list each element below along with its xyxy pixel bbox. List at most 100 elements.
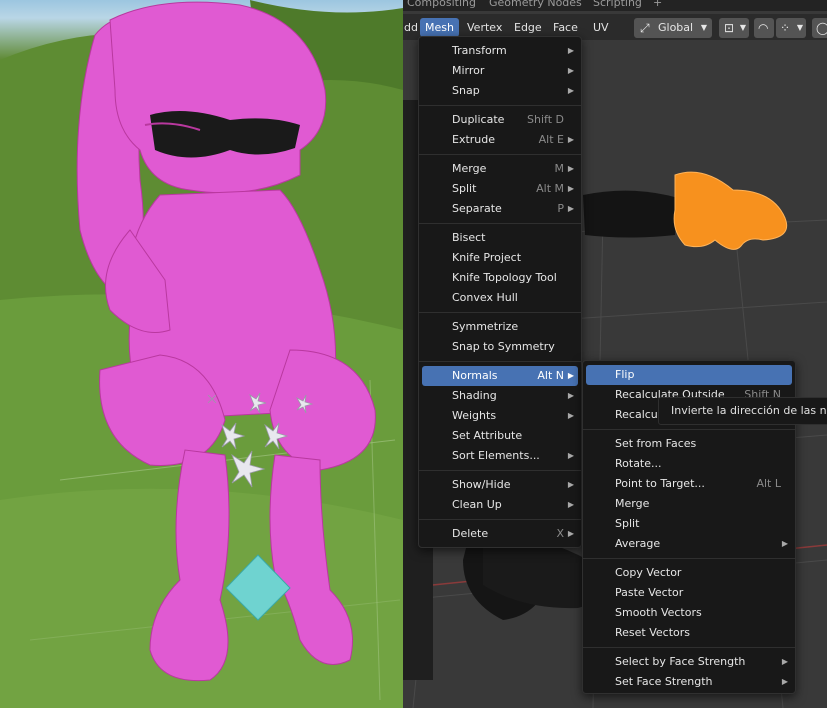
menu-item-copy-vector[interactable]: Copy Vector	[586, 563, 792, 583]
menu-item-label: Mirror	[452, 64, 485, 77]
menu-item-shortcut: X	[556, 527, 564, 540]
menu-item-label: Average	[615, 537, 661, 550]
menu-item-clean-up[interactable]: Clean Up ▶	[422, 495, 578, 515]
chevron-right-icon: ▶	[781, 657, 788, 666]
menu-item-shortcut: M	[554, 162, 565, 175]
tooltip: Invierte la dirección de las normales	[658, 397, 827, 425]
menu-item-point-to-target[interactable]: Point to Target... Alt L	[586, 474, 792, 494]
chevron-right-icon: ▶	[567, 480, 574, 489]
chevron-right-icon: ▶	[567, 46, 574, 55]
menu-item-set-attribute[interactable]: Set Attribute	[422, 426, 578, 446]
menu-mesh[interactable]: Mesh	[420, 18, 459, 37]
transform-orientation-dropdown[interactable]: ⤢ Global ▼	[634, 18, 712, 38]
menu-item-shortcut: Shift D	[527, 113, 564, 126]
snap-target-dropdown[interactable]: ⁘ ▼	[776, 18, 806, 38]
menu-item-label: Set Attribute	[452, 429, 523, 442]
menu-item-rotate[interactable]: Rotate...	[586, 454, 792, 474]
menu-separator	[419, 519, 581, 520]
orientation-label: Global	[658, 21, 694, 34]
menu-separator	[419, 154, 581, 155]
menu-item-paste-vector[interactable]: Paste Vector	[586, 583, 792, 603]
menu-item-shortcut: Alt L	[756, 477, 781, 490]
menu-item-separate[interactable]: Separate P ▶	[422, 199, 578, 219]
menu-item-extrude[interactable]: Extrude Alt E ▶	[422, 130, 578, 150]
menu-item-set-from-faces[interactable]: Set from Faces	[586, 434, 792, 454]
menu-item-label: Select by Face Strength	[615, 655, 746, 668]
menu-item-select-by-face-strength[interactable]: Select by Face Strength ▶	[586, 652, 792, 672]
menu-face[interactable]: Face	[548, 18, 583, 37]
menu-item-label: Show/Hide	[452, 478, 511, 491]
menu-item-knife-project[interactable]: Knife Project	[422, 248, 578, 268]
menu-item-label: Bisect	[452, 231, 486, 244]
menu-separator	[419, 223, 581, 224]
menu-item-merge[interactable]: Merge M ▶	[422, 159, 578, 179]
menu-item-snap[interactable]: Snap ▶	[422, 81, 578, 101]
menu-vertex[interactable]: Vertex	[462, 18, 507, 37]
chevron-down-icon: ▼	[796, 23, 803, 32]
menu-item-label: Normals	[452, 369, 498, 382]
menu-item-flip[interactable]: Flip	[586, 365, 792, 385]
menu-item-label: Merge	[452, 162, 487, 175]
menu-item-average[interactable]: Average ▶	[586, 534, 792, 554]
menu-item-label: Shading	[452, 389, 497, 402]
menu-item-set-face-strength[interactable]: Set Face Strength ▶	[586, 672, 792, 692]
workspace-tabs: Compositing Geometry Nodes Scripting +	[403, 0, 827, 11]
proportional-edit-toggle[interactable]: ◯	[812, 18, 827, 38]
chevron-right-icon: ▶	[567, 164, 574, 173]
menu-item-knife-topology-tool[interactable]: Knife Topology Tool	[422, 268, 578, 288]
menu-separator	[419, 312, 581, 313]
tab-scripting[interactable]: Scripting	[593, 0, 642, 9]
menu-item-merge-normals[interactable]: Merge	[586, 494, 792, 514]
menu-item-reset-vectors[interactable]: Reset Vectors	[586, 623, 792, 643]
chevron-right-icon: ▶	[567, 391, 574, 400]
menu-item-label: Copy Vector	[615, 566, 682, 579]
menu-item-shortcut: Alt M	[536, 182, 564, 195]
menu-item-label: Point to Target...	[615, 477, 705, 490]
menu-item-label: Convex Hull	[452, 291, 518, 304]
menu-item-snap-to-symmetry[interactable]: Snap to Symmetry	[422, 337, 578, 357]
menu-item-split[interactable]: Split Alt M ▶	[422, 179, 578, 199]
menu-item-sort-elements[interactable]: Sort Elements... ▶	[422, 446, 578, 466]
menu-edge[interactable]: Edge	[509, 18, 547, 37]
menu-item-delete[interactable]: Delete X ▶	[422, 524, 578, 544]
chevron-down-icon: ▼	[700, 23, 707, 32]
chevron-right-icon: ▶	[567, 411, 574, 420]
menu-item-shading[interactable]: Shading ▶	[422, 386, 578, 406]
circle-icon: ◯	[816, 21, 827, 35]
menu-item-label: Split	[615, 517, 640, 530]
menu-item-label: Sort Elements...	[452, 449, 540, 462]
menu-item-shortcut: Alt E	[538, 133, 564, 146]
menu-item-label: Snap	[452, 84, 480, 97]
menu-item-label: Smooth Vectors	[615, 606, 702, 619]
chevron-right-icon: ▶	[567, 500, 574, 509]
menu-item-label: Weights	[452, 409, 497, 422]
menu-item-duplicate[interactable]: Duplicate Shift D	[422, 110, 578, 130]
menu-item-mirror[interactable]: Mirror ▶	[422, 61, 578, 81]
menu-item-weights[interactable]: Weights ▶	[422, 406, 578, 426]
menu-item-convex-hull[interactable]: Convex Hull	[422, 288, 578, 308]
menu-item-bisect[interactable]: Bisect	[422, 228, 578, 248]
menu-item-smooth-vectors[interactable]: Smooth Vectors	[586, 603, 792, 623]
menu-item-label: Set from Faces	[615, 437, 697, 450]
pivot-point-dropdown[interactable]: ⊡ ▼	[719, 18, 749, 38]
chevron-down-icon: ▼	[739, 23, 746, 32]
menu-item-show-hide[interactable]: Show/Hide ▶	[422, 475, 578, 495]
grid-icon: ⁘	[780, 21, 791, 35]
menu-separator	[419, 470, 581, 471]
menu-item-symmetrize[interactable]: Symmetrize	[422, 317, 578, 337]
menu-item-split-normals[interactable]: Split	[586, 514, 792, 534]
tab-geometry-nodes[interactable]: Geometry Nodes	[489, 0, 582, 9]
add-workspace-button[interactable]: +	[653, 0, 662, 9]
chevron-right-icon: ▶	[567, 86, 574, 95]
chevron-right-icon: ▶	[567, 66, 574, 75]
chevron-right-icon: ▶	[567, 184, 574, 193]
menu-item-label: Transform	[452, 44, 507, 57]
snap-toggle[interactable]: ◠	[754, 18, 774, 38]
chevron-right-icon: ▶	[567, 529, 574, 538]
menu-item-normals[interactable]: Normals Alt N ▶	[422, 366, 578, 386]
menu-separator	[583, 647, 795, 648]
tab-compositing[interactable]: Compositing	[407, 0, 476, 9]
menu-item-transform[interactable]: Transform ▶	[422, 41, 578, 61]
menu-uv[interactable]: UV	[588, 18, 614, 37]
menu-item-label: Merge	[615, 497, 650, 510]
